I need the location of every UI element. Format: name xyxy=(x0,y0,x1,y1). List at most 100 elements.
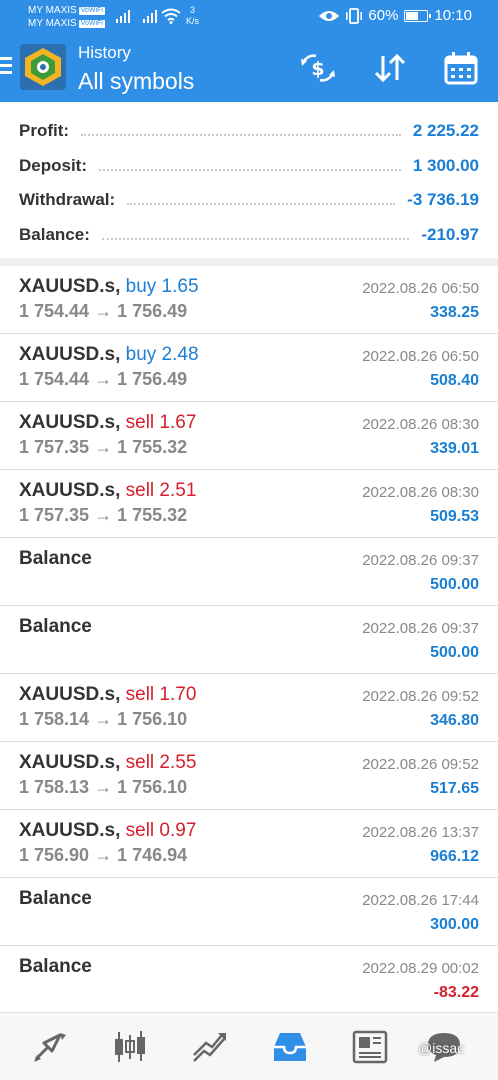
deal-side: buy 1.65 xyxy=(125,276,199,297)
profit-label: Profit: xyxy=(19,121,70,140)
summary-deposit: Deposit: 1 300.00 xyxy=(19,151,479,181)
deal-prices: 1 754.44 → 1 756.49 xyxy=(19,369,188,389)
profit-value: 2 225.22 xyxy=(412,121,479,140)
page-title[interactable]: All symbols xyxy=(78,68,194,95)
deal-row[interactable]: XAUUSD.s, sell 2.55 1 758.13 → 1 756.10 20… xyxy=(0,742,498,810)
currency-exchange-icon[interactable]: $ xyxy=(300,50,336,86)
deal-side: sell 0.97 xyxy=(125,820,197,841)
deal-symbol: XAUUSD.s, sell 2.51 xyxy=(19,480,196,502)
deal-side: sell 1.70 xyxy=(125,684,197,705)
news-icon[interactable] xyxy=(350,1029,390,1065)
dotted-leader xyxy=(81,134,401,136)
watermark: @issac xyxy=(418,1040,465,1056)
deal-time: 2022.08.26 17:44 xyxy=(362,892,479,909)
deal-profit: 339.01 xyxy=(430,440,479,457)
calendar-icon[interactable] xyxy=(443,50,479,86)
deal-prices: 1 756.90 → 1 746.94 xyxy=(19,845,188,865)
deal-row[interactable]: Balance 2022.08.26 09:37 500.00 xyxy=(0,606,498,674)
deal-prices: 1 758.14 → 1 756.10 xyxy=(19,709,188,729)
eye-icon xyxy=(319,10,340,21)
summary-withdrawal: Withdrawal: -3 736.19 xyxy=(19,185,479,215)
deal-symbol: XAUUSD.s, buy 2.48 xyxy=(19,344,199,366)
deal-row[interactable]: XAUUSD.s, sell 2.51 1 757.35 → 1 755.32 20… xyxy=(0,470,498,538)
deal-profit: 500.00 xyxy=(430,576,479,593)
deal-side: sell 1.67 xyxy=(125,412,197,433)
summary-profit: Profit: 2 225.22 xyxy=(19,116,479,146)
deposit-value: 1 300.00 xyxy=(412,156,479,175)
history-summary: Profit: 2 225.22 Deposit: 1 300.00 Withd… xyxy=(0,102,498,258)
symbol-text: Balance xyxy=(19,616,92,637)
symbol-text: XAUUSD.s, xyxy=(19,276,121,297)
balance-value: -210.97 xyxy=(421,225,479,244)
deal-side: buy 2.48 xyxy=(125,344,199,365)
wifi-calling-tag: VoWiFi xyxy=(78,7,105,15)
deal-symbol: XAUUSD.s, sell 0.97 xyxy=(19,820,196,842)
deal-row[interactable]: XAUUSD.s, buy 1.65 1 754.44 → 1 756.49 202… xyxy=(0,266,498,334)
svg-text:$: $ xyxy=(311,58,324,80)
deal-row[interactable]: XAUUSD.s, sell 1.67 1 757.35 → 1 755.32 20… xyxy=(0,402,498,470)
deal-row[interactable]: Balance 2022.08.26 09:37 500.00 xyxy=(0,538,498,606)
clock: 10:10 xyxy=(434,7,472,24)
quotes-icon[interactable] xyxy=(30,1029,70,1065)
signal-1-icon xyxy=(116,9,130,23)
app-bar: History All symbols $ xyxy=(0,34,498,102)
symbol-text: XAUUSD.s, xyxy=(19,412,121,433)
deal-prices: 1 754.44 → 1 756.49 xyxy=(19,301,188,321)
deal-profit: 338.25 xyxy=(430,304,479,321)
battery-icon xyxy=(404,9,432,22)
deal-row[interactable]: XAUUSD.s, sell 1.70 1 758.14 → 1 756.10 20… xyxy=(0,674,498,742)
sort-icon[interactable] xyxy=(372,50,408,86)
vibrate-icon xyxy=(346,7,363,24)
trade-icon[interactable] xyxy=(190,1029,230,1065)
deal-time: 2022.08.26 08:30 xyxy=(362,484,479,501)
deal-side: sell 2.51 xyxy=(125,480,197,501)
history-icon[interactable] xyxy=(270,1029,310,1065)
deal-time: 2022.08.26 06:50 xyxy=(362,280,479,297)
deal-side: sell 2.55 xyxy=(125,752,197,773)
chart-icon[interactable] xyxy=(110,1029,150,1065)
summary-balance: Balance: -210.97 xyxy=(19,220,479,250)
status-right: 60% 10:10 xyxy=(318,7,472,24)
battery-percent: 60% xyxy=(368,7,399,24)
deal-symbol: XAUUSD.s, sell 2.55 xyxy=(19,752,196,774)
section-divider xyxy=(0,258,498,266)
deal-row[interactable]: XAUUSD.s, buy 2.48 1 754.44 → 1 756.49 202… xyxy=(0,334,498,402)
deal-symbol: Balance xyxy=(19,888,92,910)
deal-time: 2022.08.26 09:52 xyxy=(362,756,479,773)
deal-time: 2022.08.26 09:37 xyxy=(362,620,479,637)
deal-prices: 1 757.35 → 1 755.32 xyxy=(19,505,188,525)
balance-label: Balance: xyxy=(19,225,90,244)
symbol-text: Balance xyxy=(19,956,92,977)
symbol-text: XAUUSD.s, xyxy=(19,480,121,501)
deals-list: XAUUSD.s, buy 1.65 1 754.44 → 1 756.49 202… xyxy=(0,266,498,1014)
deal-profit: 509.53 xyxy=(430,508,479,525)
menu-icon[interactable] xyxy=(0,57,12,75)
carrier-1: MY MAXIS VoWiFi xyxy=(28,5,105,16)
carrier-2: MY MAXIS VoWiFi xyxy=(28,18,105,29)
symbol-text: Balance xyxy=(19,888,92,909)
deal-profit: 300.00 xyxy=(430,916,479,933)
page-subtitle: History xyxy=(78,43,131,62)
deal-profit: 500.00 xyxy=(430,644,479,661)
deal-prices: 1 758.13 → 1 756.10 xyxy=(19,777,188,797)
withdrawal-label: Withdrawal: xyxy=(19,190,116,209)
deal-row[interactable]: Balance 2022.08.26 17:44 300.00 xyxy=(0,878,498,946)
wifi-calling-tag: VoWiFi xyxy=(78,20,105,28)
symbol-text: XAUUSD.s, xyxy=(19,344,121,365)
deal-time: 2022.08.26 13:37 xyxy=(362,824,479,841)
symbol-text: XAUUSD.s, xyxy=(19,684,121,705)
deal-symbol: Balance xyxy=(19,548,92,570)
deal-symbol: Balance xyxy=(19,956,92,978)
deal-row[interactable]: Balance 2022.08.29 00:02 -83.22 xyxy=(0,946,498,1014)
deal-profit: -83.22 xyxy=(433,984,479,1001)
deal-prices: 1 757.35 → 1 755.32 xyxy=(19,437,188,457)
deposit-label: Deposit: xyxy=(19,156,87,175)
deal-time: 2022.08.29 00:02 xyxy=(362,960,479,977)
deal-symbol: XAUUSD.s, sell 1.67 xyxy=(19,412,196,434)
symbol-text: XAUUSD.s, xyxy=(19,752,121,773)
network-speed: 3 K/s xyxy=(186,5,200,26)
symbol-text: Balance xyxy=(19,548,92,569)
deal-symbol: XAUUSD.s, sell 1.70 xyxy=(19,684,196,706)
wifi-icon xyxy=(161,8,181,24)
deal-row[interactable]: XAUUSD.s, sell 0.97 1 756.90 → 1 746.94 20… xyxy=(0,810,498,878)
